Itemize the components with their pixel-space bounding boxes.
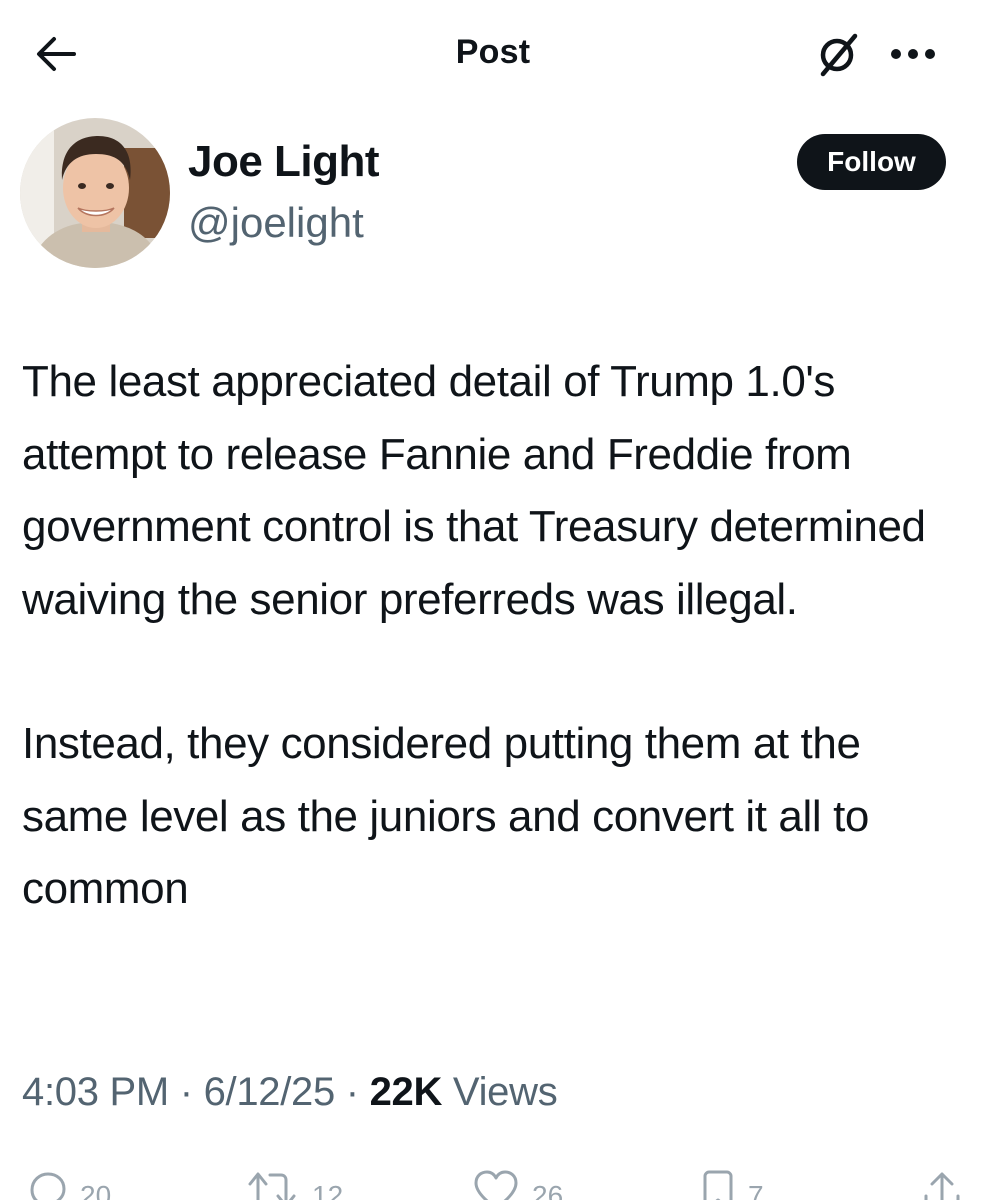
like-count: 26 [532, 1180, 564, 1200]
reply-icon [30, 1172, 66, 1200]
views-count: 22K [369, 1070, 443, 1114]
repost-button[interactable]: 12 [244, 1170, 343, 1200]
share-button[interactable] [920, 1170, 964, 1200]
meta-separator: · [179, 1070, 193, 1114]
bookmark-button[interactable]: 7 [700, 1170, 764, 1200]
post-paragraph: The least appreciated detail of Trump 1.… [22, 357, 926, 624]
post-metadata: 4:03 PM · 6/12/25 · 22K Views [22, 1064, 558, 1120]
grok-button[interactable] [808, 28, 868, 80]
post-time: 4:03 PM [22, 1070, 169, 1114]
avatar-image [20, 118, 170, 268]
share-icon [924, 1172, 960, 1200]
bookmark-icon [703, 1170, 733, 1200]
repost-icon [248, 1172, 296, 1200]
reply-button[interactable]: 20 [24, 1170, 111, 1200]
post-date: 6/12/25 [203, 1070, 336, 1114]
post-paragraph: Instead, they considered putting them at… [22, 719, 869, 913]
post-text: The least appreciated detail of Trump 1.… [22, 346, 972, 926]
ellipsis-icon [891, 49, 935, 59]
views-label: Views [452, 1070, 558, 1114]
follow-button[interactable]: Follow [797, 134, 946, 190]
grok-slash-circle-icon [820, 33, 858, 77]
more-options-button[interactable] [882, 28, 944, 80]
author-handle[interactable]: @joelight [188, 198, 364, 248]
like-button[interactable]: 26 [472, 1170, 563, 1200]
top-bar: Post [0, 0, 986, 104]
avatar[interactable] [20, 118, 170, 268]
author-name[interactable]: Joe Light [188, 136, 380, 188]
action-bar: 20 12 26 7 [0, 1164, 986, 1200]
bookmark-count: 7 [748, 1180, 764, 1200]
meta-separator: · [345, 1070, 359, 1114]
reply-count: 20 [80, 1180, 112, 1200]
repost-count: 12 [312, 1180, 344, 1200]
heart-icon [474, 1170, 518, 1200]
